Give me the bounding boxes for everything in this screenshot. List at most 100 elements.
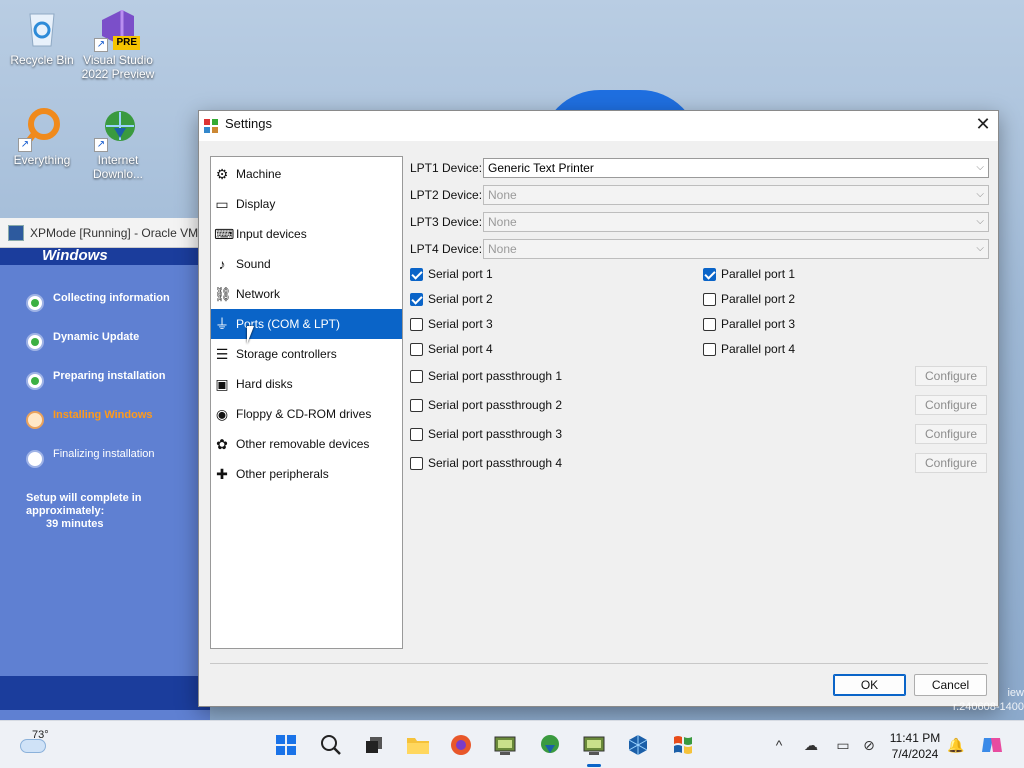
nav-item-machine[interactable]: ⚙ Machine bbox=[211, 159, 402, 189]
lpt4-device-select[interactable]: None ⌵ bbox=[483, 239, 989, 259]
visual-studio-icon: PRE ↗ bbox=[94, 6, 140, 52]
serial-port-2-checkbox[interactable]: Serial port 2 bbox=[410, 292, 493, 308]
show-hidden-icons-chevron-icon[interactable]: ^ bbox=[770, 736, 788, 754]
desktop-icon-internet-download-manager[interactable]: ↗ Internet Downlo... bbox=[76, 106, 160, 181]
pcem-running-button[interactable] bbox=[581, 732, 607, 758]
idm-icon: ↗ bbox=[94, 106, 140, 152]
display-tray-icon[interactable]: ▭ bbox=[834, 736, 852, 754]
vm-window-titlebar[interactable]: XPMode [Running] - Oracle VM bbox=[0, 218, 210, 248]
clock[interactable]: 11:41 PM 7/4/2024 bbox=[880, 730, 950, 762]
step-done-icon bbox=[26, 333, 44, 351]
xp-header: Windows bbox=[0, 248, 210, 265]
serial-port-3-checkbox[interactable]: Serial port 3 bbox=[410, 317, 493, 333]
parallel-port-4-checkbox[interactable]: Parallel port 4 bbox=[703, 342, 795, 358]
checkbox-label: Serial port 3 bbox=[428, 317, 493, 331]
xp-step-label: Dynamic Update bbox=[53, 331, 140, 343]
lpt1-device-select[interactable]: Generic Text Printer ⌵ bbox=[483, 158, 989, 178]
onedrive-icon[interactable]: ☁ bbox=[802, 736, 820, 754]
serial-passthrough-4-checkbox[interactable]: Serial port passthrough 4 bbox=[410, 456, 562, 472]
eval-watermark: iew r.240608-1400 bbox=[953, 687, 1024, 713]
checkbox-icon bbox=[703, 318, 716, 331]
nav-item-label: Input devices bbox=[236, 227, 307, 241]
parallel-port-3-checkbox[interactable]: Parallel port 3 bbox=[703, 317, 795, 333]
pcem-button[interactable] bbox=[492, 732, 518, 758]
task-view-button[interactable] bbox=[361, 732, 387, 758]
settings-dialog[interactable]: Settings ✕ ⚙ Machine ▭ Display ⌨ Input devi… bbox=[198, 110, 999, 707]
nav-item-network[interactable]: ⛓ Network bbox=[211, 279, 402, 309]
desktop-icon-visual-studio[interactable]: PRE ↗ Visual Studio 2022 Preview bbox=[76, 6, 160, 81]
weather-widget[interactable]: 73° bbox=[18, 727, 68, 763]
lpt3-value: None bbox=[488, 215, 517, 229]
copilot-button[interactable] bbox=[980, 732, 1004, 758]
serial-passthrough-2-checkbox[interactable]: Serial port passthrough 2 bbox=[410, 398, 562, 414]
checkbox-icon bbox=[410, 457, 423, 470]
everything-icon: ↗ bbox=[18, 106, 64, 152]
desktop-icon-recycle-bin[interactable]: Recycle Bin bbox=[0, 6, 84, 67]
nav-item-label: Network bbox=[236, 287, 281, 301]
checkbox-label: Serial port 2 bbox=[428, 292, 493, 306]
checkbox-label: Serial port passthrough 1 bbox=[428, 369, 563, 383]
nav-item-peripherals[interactable]: ✚ Other peripherals bbox=[211, 459, 402, 489]
footer-divider bbox=[210, 663, 988, 664]
xp-minutes-text: 39 minutes bbox=[46, 518, 104, 530]
serial-passthrough-1-checkbox[interactable]: Serial port passthrough 1 bbox=[410, 369, 562, 385]
lpt2-device-select[interactable]: None ⌵ bbox=[483, 185, 989, 205]
serial-port-4-checkbox[interactable]: Serial port 4 bbox=[410, 342, 493, 358]
virtualbox-icon bbox=[8, 225, 24, 241]
windows-xp-icon bbox=[674, 736, 692, 754]
serial-passthrough-3-checkbox[interactable]: Serial port passthrough 3 bbox=[410, 427, 562, 443]
checkbox-icon bbox=[410, 399, 423, 412]
lpt3-device-select[interactable]: None ⌵ bbox=[483, 212, 989, 232]
clock-date: 7/4/2024 bbox=[891, 747, 939, 761]
hard-disk-icon: ▣ bbox=[215, 376, 229, 392]
ok-button[interactable]: OK bbox=[833, 674, 906, 696]
desktop-icon-label: Recycle Bin bbox=[10, 53, 74, 67]
nav-item-floppy-cdrom[interactable]: ◉ Floppy & CD-ROM drives bbox=[211, 399, 402, 429]
taskbar[interactable]: 73° ^ ☁ ▭ ⊘ 11:41 PM 7/4/2024 🔔 bbox=[0, 720, 1024, 768]
parallel-port-2-checkbox[interactable]: Parallel port 2 bbox=[703, 292, 795, 308]
nav-item-label: Other removable devices bbox=[236, 437, 370, 451]
configure-passthrough-3-button[interactable]: Configure bbox=[915, 424, 987, 444]
configure-passthrough-4-button[interactable]: Configure bbox=[915, 453, 987, 473]
virtualbox-button[interactable] bbox=[625, 732, 651, 758]
parallel-port-1-checkbox[interactable]: Parallel port 1 bbox=[703, 267, 795, 283]
firefox-icon bbox=[451, 735, 471, 755]
close-button[interactable]: ✕ bbox=[968, 111, 998, 139]
start-button[interactable] bbox=[273, 732, 299, 758]
configure-passthrough-1-button[interactable]: Configure bbox=[915, 366, 987, 386]
settings-titlebar[interactable]: Settings ✕ bbox=[199, 111, 998, 141]
recycle-bin-icon bbox=[20, 6, 64, 50]
step-done-icon bbox=[26, 294, 44, 312]
settings-category-list[interactable]: ⚙ Machine ▭ Display ⌨ Input devices ♪ Sound … bbox=[210, 156, 403, 649]
nav-item-hard-disks[interactable]: ▣ Hard disks bbox=[211, 369, 402, 399]
idm-button[interactable] bbox=[537, 732, 563, 758]
firefox-button[interactable] bbox=[448, 732, 474, 758]
serial-port-1-checkbox[interactable]: Serial port 1 bbox=[410, 267, 493, 283]
file-explorer-button[interactable] bbox=[405, 732, 431, 758]
nav-item-label: Sound bbox=[236, 257, 271, 271]
desktop-icon-label: Everything bbox=[13, 153, 71, 167]
chevron-down-icon: ⌵ bbox=[976, 243, 984, 254]
nav-item-removable[interactable]: ✿ Other removable devices bbox=[211, 429, 402, 459]
nav-item-sound[interactable]: ♪ Sound bbox=[211, 249, 402, 279]
nav-item-storage-controllers[interactable]: ☰ Storage controllers bbox=[211, 339, 402, 369]
network-tray-icon[interactable]: ⊘ bbox=[860, 736, 878, 754]
vm-window[interactable]: XPMode [Running] - Oracle VM Windows Col… bbox=[0, 218, 210, 720]
notification-bell-icon[interactable]: 🔔 bbox=[947, 736, 965, 754]
configure-passthrough-2-button[interactable]: Configure bbox=[915, 395, 987, 415]
input-devices-icon: ⌨ bbox=[214, 226, 235, 242]
lpt2-value: None bbox=[488, 188, 517, 202]
step-pending-icon bbox=[26, 450, 44, 468]
pcem-icon bbox=[494, 736, 516, 755]
desktop-icon-everything[interactable]: ↗ Everything bbox=[0, 106, 84, 167]
nav-item-ports[interactable]: ⏚ Ports (COM & LPT) bbox=[211, 309, 402, 339]
weather-temp: 73° bbox=[32, 729, 49, 741]
nav-item-display[interactable]: ▭ Display bbox=[211, 189, 402, 219]
sound-icon: ♪ bbox=[218, 256, 226, 272]
xp-step: Dynamic Update bbox=[26, 331, 196, 370]
lpt2-label: LPT2 Device: bbox=[410, 188, 483, 202]
windows-xp-button[interactable] bbox=[670, 732, 696, 758]
search-button[interactable] bbox=[318, 732, 344, 758]
nav-item-input-devices[interactable]: ⌨ Input devices bbox=[211, 219, 402, 249]
task-view-icon bbox=[366, 737, 382, 753]
